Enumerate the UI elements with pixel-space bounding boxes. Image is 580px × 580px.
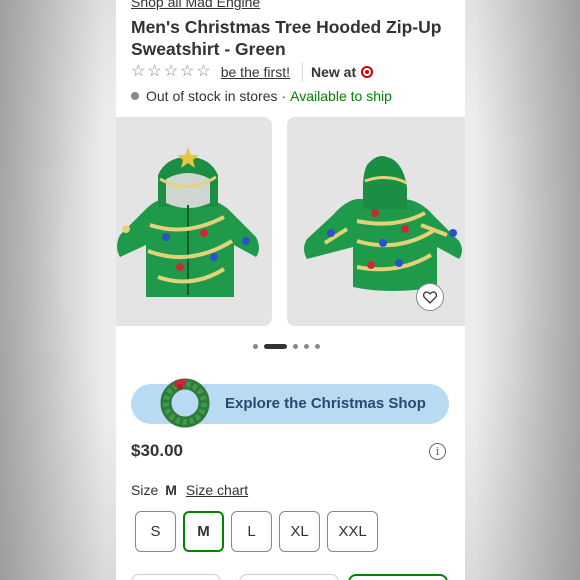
star-icon: ☆ bbox=[147, 63, 162, 80]
size-option-xxl[interactable]: XXL bbox=[327, 511, 378, 552]
option-button-selected[interactable] bbox=[348, 574, 448, 580]
pagination-dot[interactable] bbox=[293, 344, 298, 349]
christmas-shop-label: Explore the Christmas Shop bbox=[225, 395, 426, 412]
write-review-link[interactable]: be the first! bbox=[221, 64, 290, 80]
rating-stars[interactable]: ☆ ☆ ☆ ☆ ☆ bbox=[131, 64, 211, 80]
ship-status: Available to ship bbox=[290, 88, 392, 104]
status-separator: · bbox=[281, 88, 287, 104]
size-chart-link[interactable]: Size chart bbox=[186, 482, 248, 498]
stock-status: Out of stock in stores bbox=[146, 88, 278, 104]
price: $30.00 bbox=[131, 441, 183, 460]
product-page: Shop all Mad Engine Men's Christmas Tree… bbox=[116, 0, 465, 580]
wreath-icon bbox=[160, 378, 210, 428]
rating-row: ☆ ☆ ☆ ☆ ☆ be the first! New at bbox=[131, 62, 461, 82]
pagination-dot-active[interactable] bbox=[264, 344, 287, 349]
divider bbox=[301, 62, 303, 82]
pagination-dot[interactable] bbox=[253, 344, 258, 349]
info-icon[interactable]: i bbox=[429, 443, 446, 460]
star-icon: ☆ bbox=[131, 63, 146, 80]
target-logo-icon bbox=[361, 66, 374, 78]
new-at-label: New at bbox=[310, 64, 357, 80]
status-dot-icon bbox=[131, 92, 139, 100]
product-title: Men's Christmas Tree Hooded Zip-Up Sweat… bbox=[131, 17, 442, 59]
availability-row: Out of stock in stores · Available to sh… bbox=[131, 88, 392, 104]
size-label: Size bbox=[131, 482, 159, 498]
selected-size: M bbox=[165, 482, 177, 498]
option-button[interactable] bbox=[131, 574, 221, 580]
size-option-m[interactable]: M bbox=[183, 511, 224, 552]
size-option-l[interactable]: L bbox=[231, 511, 272, 552]
pagination-dot[interactable] bbox=[315, 344, 320, 349]
size-options: S M L XL XXL bbox=[135, 511, 378, 552]
option-button[interactable] bbox=[239, 574, 339, 580]
sweatshirt-front-image bbox=[117, 147, 259, 297]
breadcrumb-link[interactable]: Shop all Mad Engine bbox=[131, 0, 260, 10]
carousel-pagination bbox=[253, 344, 320, 349]
size-option-s[interactable]: S bbox=[135, 511, 176, 552]
product-image[interactable] bbox=[116, 117, 272, 326]
star-icon: ☆ bbox=[180, 63, 195, 80]
favorite-button[interactable] bbox=[416, 283, 444, 311]
pagination-dot[interactable] bbox=[304, 344, 309, 349]
size-option-xl[interactable]: XL bbox=[279, 511, 320, 552]
star-icon: ☆ bbox=[196, 63, 211, 80]
star-icon: ☆ bbox=[163, 63, 179, 80]
heart-icon bbox=[423, 290, 437, 304]
image-carousel[interactable] bbox=[116, 117, 465, 326]
size-row: Size M Size chart bbox=[131, 482, 248, 498]
